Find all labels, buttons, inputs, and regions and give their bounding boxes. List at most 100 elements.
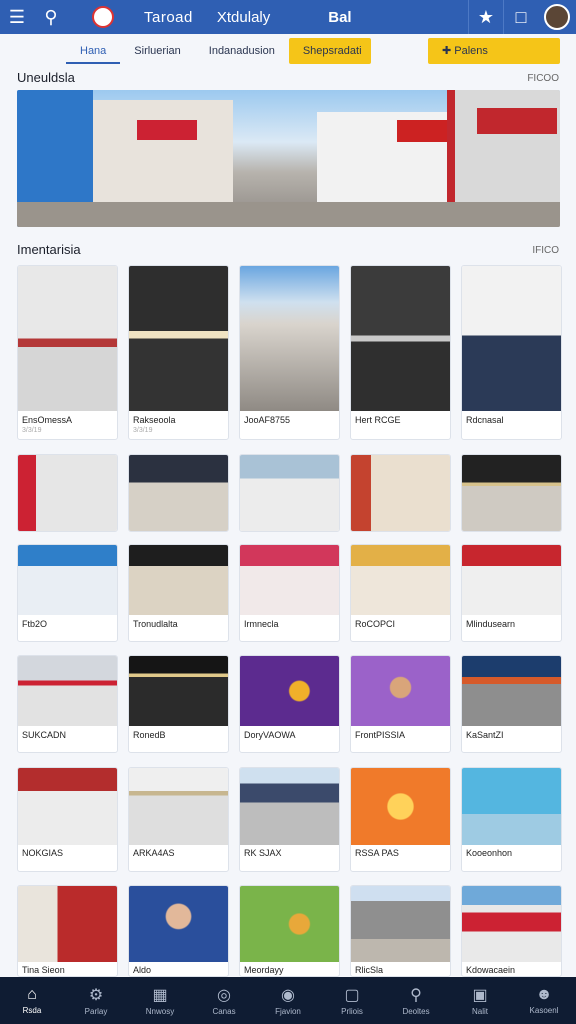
store-card[interactable]: JooAF8755 [239, 265, 340, 440]
store-card[interactable]: Irmnecla [239, 544, 340, 642]
card-label: RonedB [133, 730, 166, 740]
card-image [462, 656, 561, 726]
tab-bar: Hana Sirluerian Indanadusion Shepsradati… [0, 36, 576, 66]
card-label: RlicSla [355, 965, 384, 975]
store-card[interactable]: Mlindusearn [461, 544, 562, 642]
person-icon: ☻ [535, 986, 553, 1003]
card-image [18, 656, 117, 726]
card-label: FrontPISSIA [355, 730, 406, 740]
card-image [18, 266, 117, 411]
store-card[interactable]: Meordayy [239, 885, 340, 977]
store-card[interactable] [128, 454, 229, 532]
card-image [462, 886, 561, 962]
nav-rsda[interactable]: ⌂ Rsda [0, 977, 64, 1024]
tab-hana[interactable]: Hana [66, 38, 121, 64]
card-label: Irmnecla [244, 619, 279, 629]
card-label: RK SJAX [244, 848, 282, 858]
store-card[interactable]: EnsOmessA 3/3/19 [17, 265, 118, 440]
card-image [240, 455, 339, 531]
nav-label: Prliois [341, 1007, 363, 1016]
store-card[interactable]: NOKGIAS [17, 767, 118, 872]
store-sign [477, 108, 557, 134]
store-card[interactable]: RK SJAX [239, 767, 340, 872]
store-card[interactable]: Rakseoola 3/3/19 [128, 265, 229, 440]
tab-shepsradati[interactable]: Shepsradati [288, 38, 371, 64]
store-card[interactable]: RoCOPCI [350, 544, 451, 642]
card-image [129, 455, 228, 531]
app-title: Taroad [144, 8, 193, 26]
store-card[interactable]: SUKCADN [17, 655, 118, 753]
card-image [351, 545, 450, 615]
card-image [240, 545, 339, 615]
nav-prliois[interactable]: ▢ Prliois [320, 977, 384, 1024]
nav-label: Parlay [84, 1007, 108, 1016]
store-card[interactable] [17, 454, 118, 532]
store-card[interactable]: KaSantZI [461, 655, 562, 753]
card-image [462, 455, 561, 531]
store-card[interactable] [239, 454, 340, 532]
card-label: RSSA PAS [355, 848, 399, 858]
square-icon: ▣ [472, 987, 488, 1004]
store-card[interactable]: Hert RCGE [350, 265, 451, 440]
store-card[interactable] [461, 454, 562, 532]
card-image [462, 266, 561, 411]
store-card[interactable]: DoryVAOWA [239, 655, 340, 753]
map-icon: ◎ [217, 987, 231, 1004]
section-title-grid: Imentarisia [17, 242, 81, 257]
chat-icon[interactable]: □ [504, 0, 538, 34]
hero-banner[interactable] [17, 90, 560, 227]
card-image [462, 545, 561, 615]
card-label: DoryVAOWA [244, 730, 296, 740]
nav-label: Deoltes [402, 1007, 430, 1016]
store-card[interactable]: Aldo [128, 885, 229, 977]
store-sign [397, 120, 452, 142]
menu-icon[interactable]: ☰ [0, 0, 34, 34]
card-image [129, 545, 228, 615]
tab-indanadusion[interactable]: Indanadusion [195, 38, 289, 64]
store-card[interactable]: Rdcnasal [461, 265, 562, 440]
pet-icon[interactable] [92, 6, 114, 28]
avatar[interactable] [544, 4, 570, 30]
gear-icon: ⚙ [88, 987, 104, 1004]
camera-icon: ◉ [281, 987, 295, 1004]
card-sub: 3/3/19 [22, 427, 42, 434]
store-card[interactable]: RlicSla [350, 885, 451, 977]
nav-label: Nnwosy [145, 1007, 175, 1016]
nav-deoltes[interactable]: ⚲ Deoltes [384, 977, 448, 1024]
tab-palens[interactable]: ✚ Palens [428, 38, 560, 64]
nav-fjavion[interactable]: ◉ Fjavion [256, 977, 320, 1024]
card-label: Meordayy [244, 965, 284, 975]
store-card[interactable]: Kdowacaein [461, 885, 562, 977]
store-card[interactable] [350, 454, 451, 532]
nav-canas[interactable]: ◎ Canas [192, 977, 256, 1024]
card-sub: 3/3/19 [133, 427, 153, 434]
card-label: ARKA4AS [133, 848, 175, 858]
store-card[interactable]: FrontPISSIA [350, 655, 451, 753]
store-card[interactable]: RSSA PAS [350, 767, 451, 872]
store-card[interactable]: Tina Sieon [17, 885, 118, 977]
card-label: Kooeonhon [466, 848, 513, 858]
plus-icon: ✚ [442, 45, 455, 57]
chat-icon: ▢ [344, 987, 360, 1004]
card-label: Rdcnasal [466, 415, 504, 425]
store-card[interactable]: ARKA4AS [128, 767, 229, 872]
store-card[interactable]: Tronudlalta [128, 544, 229, 642]
search-icon[interactable]: ⚲ [34, 0, 68, 34]
nav-label: Canas [212, 1007, 236, 1016]
product-row [17, 454, 562, 532]
card-label: RoCOPCI [355, 619, 396, 629]
nav-kasoenl[interactable]: ☻ Kasoenl [512, 977, 576, 1024]
bell-icon[interactable]: ★ [469, 0, 503, 34]
nav-nnwosy[interactable]: ▦ Nnwosy [128, 977, 192, 1024]
store-card[interactable]: Ftb2O [17, 544, 118, 642]
section-more-featured[interactable]: FICOO [527, 73, 559, 84]
nav-parlay[interactable]: ⚙ Parlay [64, 977, 128, 1024]
card-label: Tina Sieon [22, 965, 65, 975]
nav-nalit[interactable]: ▣ Nalit [448, 977, 512, 1024]
store-card[interactable]: RonedB [128, 655, 229, 753]
tab-sirluerian[interactable]: Sirluerian [120, 38, 194, 64]
product-row: EnsOmessA 3/3/19 Rakseoola 3/3/19 JooAF875… [17, 265, 562, 440]
card-label: Kdowacaein [466, 965, 516, 975]
store-card[interactable]: Kooeonhon [461, 767, 562, 872]
section-more-grid[interactable]: IFICO [532, 245, 559, 256]
